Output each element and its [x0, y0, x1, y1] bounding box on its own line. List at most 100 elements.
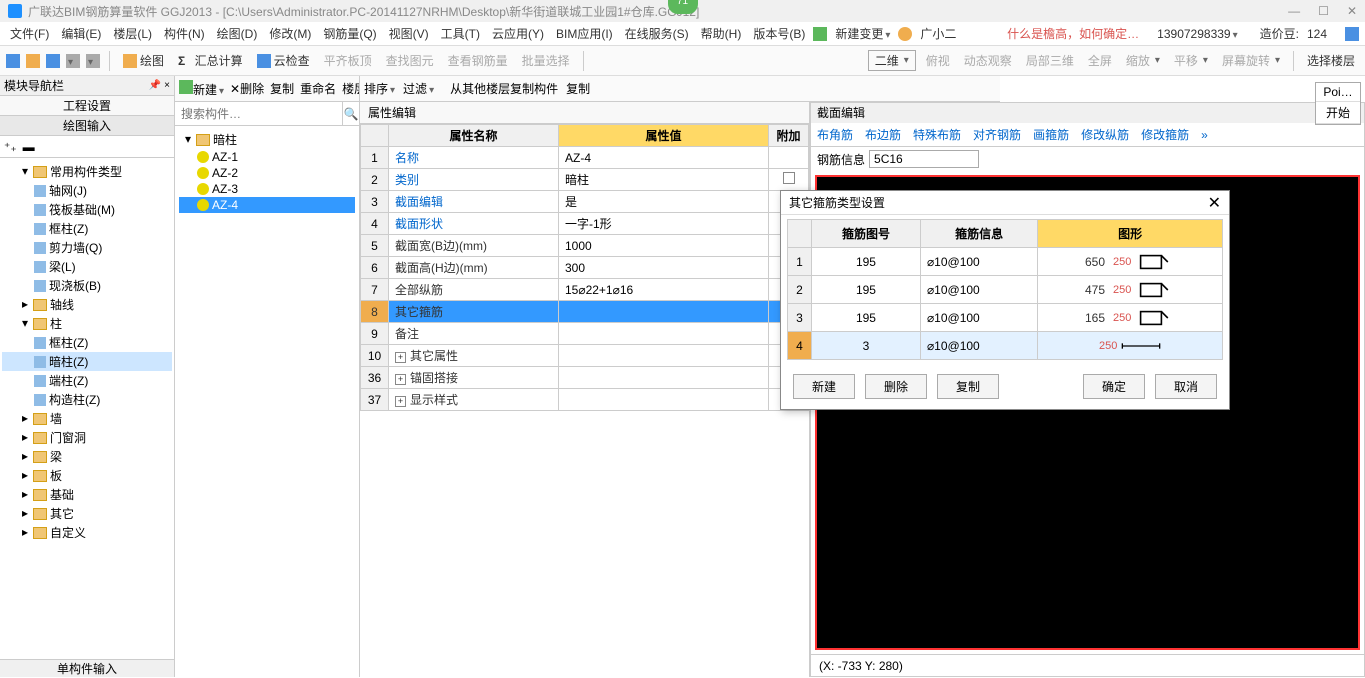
tree-item[interactable]: 轴网(J) — [2, 181, 172, 200]
select-floor-button[interactable]: 选择楼层 — [1303, 50, 1359, 71]
stirrup-row[interactable]: 1195⌀10@100650250 — [788, 248, 1223, 276]
menu-bim[interactable]: BIM应用(I) — [552, 23, 617, 44]
dialog-new-button[interactable]: 新建 — [793, 374, 855, 399]
tree-root[interactable]: ▾暗柱 — [179, 130, 355, 149]
tab-corner[interactable]: 布角筋 — [817, 126, 853, 143]
pin-icon[interactable]: 📌 × — [149, 80, 170, 91]
menu-component[interactable]: 构件(N) — [160, 23, 209, 44]
draw-button[interactable]: 绘图 — [119, 50, 168, 71]
dialog-copy-button[interactable]: 复制 — [937, 374, 999, 399]
tree-item[interactable]: 构造柱(Z) — [2, 390, 172, 409]
stirrup-row[interactable]: 2195⌀10@100475250 — [788, 276, 1223, 304]
tab-project-settings[interactable]: 工程设置 — [0, 96, 174, 116]
property-row[interactable]: 7全部纵筋15⌀22+1⌀16 — [361, 279, 809, 301]
tab-align[interactable]: 对齐钢筋 — [973, 126, 1021, 143]
property-row[interactable]: 3截面编辑是 — [361, 191, 809, 213]
stirrup-row[interactable]: 43⌀10@100250 — [788, 332, 1223, 360]
tree-folder[interactable]: ▾柱 — [2, 314, 172, 333]
menu-tool[interactable]: 工具(T) — [437, 23, 484, 44]
dialog-delete-button[interactable]: 删除 — [865, 374, 927, 399]
tree-item[interactable]: AZ-1 — [179, 149, 355, 165]
tab-draw-input[interactable]: 绘图输入 — [0, 116, 174, 136]
batch-select-button[interactable]: 批量选择 — [518, 50, 574, 71]
tab-single-input[interactable]: 单构件输入 — [0, 659, 174, 677]
tip-link[interactable]: 什么是檐高，如何确定… — [1003, 23, 1143, 44]
tree-item[interactable]: 框柱(Z) — [2, 333, 172, 352]
menu-edit[interactable]: 编辑(E) — [57, 23, 105, 44]
tree-folder[interactable]: ▸门窗洞 — [2, 428, 172, 447]
fullscreen-button[interactable]: 全屏 — [1084, 50, 1116, 71]
dialog-cancel-button[interactable]: 取消 — [1155, 374, 1217, 399]
property-row[interactable]: 5截面宽(B边)(mm)1000 — [361, 235, 809, 257]
new-component-button[interactable]: 新建 — [179, 80, 224, 98]
view-2d-dropdown[interactable]: 二维 — [868, 50, 916, 71]
tree-item[interactable]: 梁(L) — [2, 257, 172, 276]
property-row[interactable]: 6截面高(H边)(mm)300 — [361, 257, 809, 279]
tab-stirrup[interactable]: 画箍筋 — [1033, 126, 1069, 143]
dialog-ok-button[interactable]: 确定 — [1083, 374, 1145, 399]
float-top[interactable]: Poi… — [1316, 83, 1360, 102]
tab-edge[interactable]: 布边筋 — [865, 126, 901, 143]
rotate-button[interactable]: 屏幕旋转 — [1218, 50, 1284, 71]
top-view-button[interactable]: 俯视 — [922, 50, 954, 71]
tree-item[interactable]: AZ-3 — [179, 181, 355, 197]
user-name[interactable]: 广小二 — [916, 23, 960, 44]
tree-folder[interactable]: ▸其它 — [2, 504, 172, 523]
tab-modify-long[interactable]: 修改纵筋 — [1081, 126, 1129, 143]
search-input[interactable] — [175, 102, 342, 125]
menu-online[interactable]: 在线服务(S) — [621, 23, 693, 44]
tree-item[interactable]: 暗柱(Z) — [2, 352, 172, 371]
menu-version[interactable]: 版本号(B) — [749, 23, 809, 44]
tree-mode-icon[interactable]: ⁺₊ — [4, 140, 17, 154]
tree-folder[interactable]: ▸墙 — [2, 409, 172, 428]
tree-folder[interactable]: ▸基础 — [2, 485, 172, 504]
tree-folder[interactable]: ▸轴线 — [2, 295, 172, 314]
property-row[interactable]: 4截面形状一字-1形 — [361, 213, 809, 235]
undo-icon[interactable] — [66, 54, 80, 68]
tree-folder[interactable]: ▸梁 — [2, 447, 172, 466]
tab-special[interactable]: 特殊布筋 — [913, 126, 961, 143]
pan-button[interactable]: 平移 — [1170, 50, 1212, 71]
open-icon[interactable] — [26, 54, 40, 68]
local-3d-button[interactable]: 局部三维 — [1022, 50, 1078, 71]
new-file-icon[interactable] — [6, 54, 20, 68]
tab-modify-stirrup[interactable]: 修改箍筋 — [1141, 126, 1189, 143]
menu-file[interactable]: 文件(F) — [6, 23, 53, 44]
menu-modify[interactable]: 修改(M) — [265, 23, 315, 44]
stirrup-row[interactable]: 3195⌀10@100165250 — [788, 304, 1223, 332]
menu-view[interactable]: 视图(V) — [385, 23, 433, 44]
property-row[interactable]: 10+其它属性 — [361, 345, 809, 367]
cloud-check-button[interactable]: 云检查 — [253, 50, 314, 71]
dialog-close-icon[interactable]: ✕ — [1208, 193, 1221, 213]
bell-icon[interactable] — [1345, 27, 1359, 41]
property-row[interactable]: 8其它箍筋 — [361, 301, 809, 323]
tree-folder[interactable]: ▸板 — [2, 466, 172, 485]
tree-item[interactable]: 筏板基础(M) — [2, 200, 172, 219]
rebar-info-input[interactable] — [869, 150, 979, 168]
property-row[interactable]: 36+锚固搭接 — [361, 367, 809, 389]
maximize-icon[interactable]: ☐ — [1318, 4, 1329, 18]
float-start-button[interactable]: 开始 — [1316, 102, 1360, 124]
menu-floor[interactable]: 楼层(L) — [109, 23, 156, 44]
zoom-button[interactable]: 缩放 — [1122, 50, 1164, 71]
menu-rebar[interactable]: 钢筋量(Q) — [319, 23, 380, 44]
checkbox[interactable] — [783, 172, 795, 184]
delete-component-button[interactable]: ✕删除 — [230, 80, 264, 97]
copy-component-button[interactable]: 复制 — [270, 80, 294, 97]
tree-item-selected[interactable]: AZ-4 — [179, 197, 355, 213]
tree-item[interactable]: 现浇板(B) — [2, 276, 172, 295]
menu-draw[interactable]: 绘图(D) — [213, 23, 262, 44]
phone-number[interactable]: 13907298339 — [1153, 25, 1241, 43]
find-element-button[interactable]: 查找图元 — [382, 50, 438, 71]
property-row[interactable]: 2类别暗柱 — [361, 169, 809, 191]
plus-icon[interactable] — [813, 27, 827, 41]
new-change-button[interactable]: 新建变更 — [831, 23, 894, 44]
align-top-button[interactable]: 平齐板顶 — [320, 50, 376, 71]
menu-help[interactable]: 帮助(H) — [697, 23, 746, 44]
tree-item[interactable]: AZ-2 — [179, 165, 355, 181]
property-row[interactable]: 1名称AZ-4 — [361, 147, 809, 169]
list-mode-icon[interactable]: ▬ — [23, 140, 35, 154]
tree-item[interactable]: 框柱(Z) — [2, 219, 172, 238]
redo-icon[interactable] — [86, 54, 100, 68]
save-icon[interactable] — [46, 54, 60, 68]
